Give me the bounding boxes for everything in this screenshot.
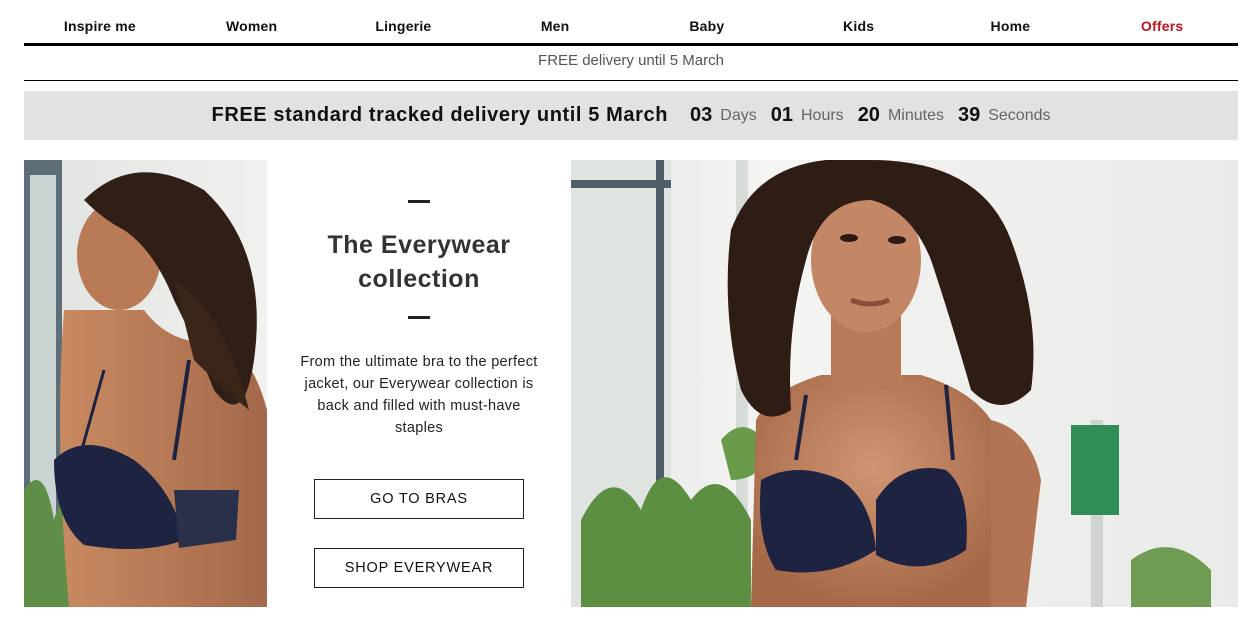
promo-image-right[interactable] xyxy=(571,160,1238,607)
countdown-hours-label: Hours xyxy=(801,106,844,124)
nav-item-inspire-me[interactable]: Inspire me xyxy=(24,0,176,43)
nav-item-kids[interactable]: Kids xyxy=(783,0,935,43)
promo-image-left[interactable] xyxy=(24,160,267,607)
title-dash-top xyxy=(408,200,430,203)
countdown-seconds-value: 39 xyxy=(957,104,981,126)
model-front-photo xyxy=(571,160,1238,607)
nav-item-offers[interactable]: Offers xyxy=(1086,0,1238,43)
shop-everywear-button[interactable]: SHOP EVERYWEAR xyxy=(314,548,524,588)
nav-item-lingerie[interactable]: Lingerie xyxy=(328,0,480,43)
main-nav: Inspire me Women Lingerie Men Baby Kids … xyxy=(24,0,1238,46)
countdown-seconds-label: Seconds xyxy=(988,106,1051,124)
countdown-headline: FREE standard tracked delivery until 5 M… xyxy=(211,104,669,126)
nav-item-men[interactable]: Men xyxy=(479,0,631,43)
countdown-banner[interactable]: FREE standard tracked delivery until 5 M… xyxy=(24,91,1238,140)
promo-description: From the ultimate bra to the perfect jac… xyxy=(300,354,538,436)
countdown-days-value: 03 xyxy=(690,104,713,126)
title-dash-bottom xyxy=(408,316,430,319)
countdown-days-label: Days xyxy=(720,106,757,124)
nav-item-home[interactable]: Home xyxy=(935,0,1087,43)
promo-panel: The Everywear collection From the ultima… xyxy=(267,160,571,607)
countdown-minutes-value: 20 xyxy=(857,104,880,126)
nav-item-baby[interactable]: Baby xyxy=(631,0,783,43)
nav-item-women[interactable]: Women xyxy=(176,0,328,43)
delivery-strip-text: FREE delivery until 5 March xyxy=(538,52,724,69)
delivery-strip[interactable]: FREE delivery until 5 March xyxy=(24,46,1238,81)
model-side-photo xyxy=(24,160,267,607)
countdown-hours-value: 01 xyxy=(770,104,793,126)
go-to-bras-button[interactable]: GO TO BRAS xyxy=(314,479,524,519)
promo-title: The Everywear collection xyxy=(327,231,511,293)
countdown-minutes-label: Minutes xyxy=(887,106,944,124)
